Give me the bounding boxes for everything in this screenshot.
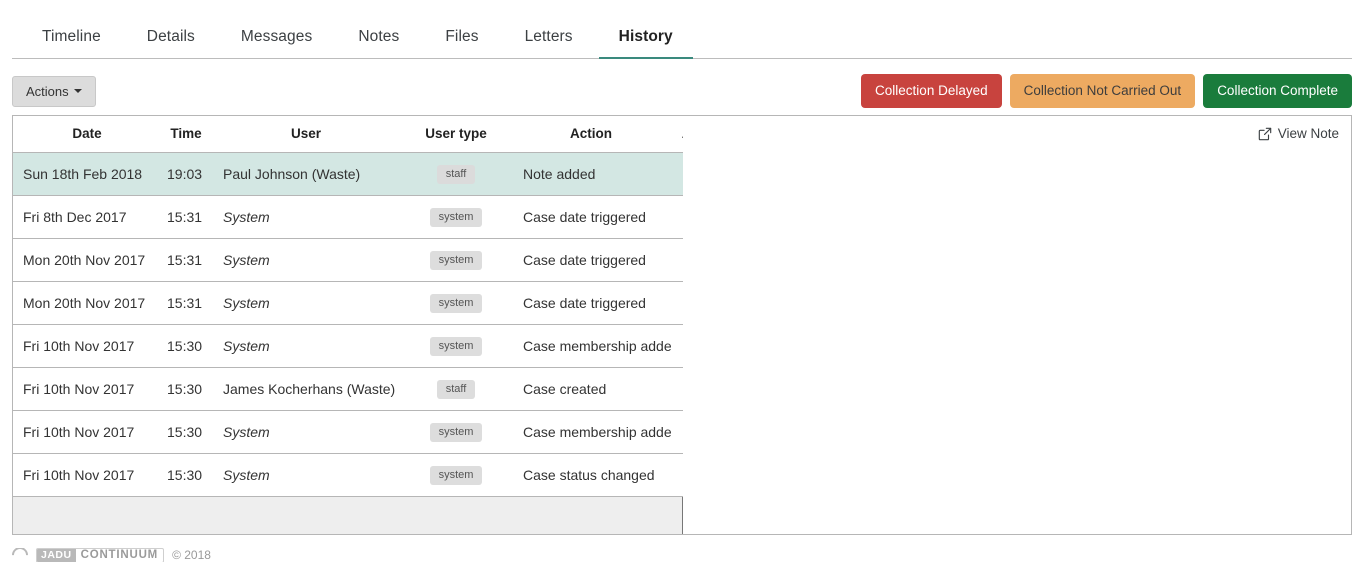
user-type-badge: system bbox=[429, 251, 483, 270]
cell-time: 15:30 bbox=[161, 410, 211, 454]
user-type-badge: system bbox=[429, 294, 483, 313]
history-table: Date Time User User type Action Alerts S… bbox=[13, 116, 731, 497]
cell-user-type: system bbox=[401, 453, 511, 497]
table-row[interactable]: Fri 10th Nov 2017 15:30 System system Ca… bbox=[13, 453, 731, 497]
cell-time: 19:03 bbox=[161, 152, 211, 196]
external-link-icon bbox=[1258, 127, 1272, 141]
cell-time: 15:31 bbox=[161, 195, 211, 239]
tab-bar: Timeline Details Messages Notes Files Le… bbox=[12, 0, 1352, 59]
toolbar: Actions Collection Delayed Collection No… bbox=[12, 59, 1352, 115]
note-detail-pane: View Note bbox=[683, 116, 1351, 534]
cell-time: 15:30 bbox=[161, 367, 211, 411]
table-header-row: Date Time User User type Action Alerts bbox=[13, 116, 731, 153]
cell-user-type: system bbox=[401, 281, 511, 325]
logo-jadu-text: JADU bbox=[37, 548, 76, 562]
cell-date: Fri 10th Nov 2017 bbox=[13, 410, 161, 454]
table-row[interactable]: Fri 10th Nov 2017 15:30 System system Ca… bbox=[13, 410, 731, 454]
tab-timeline[interactable]: Timeline bbox=[22, 28, 121, 59]
user-type-badge: system bbox=[429, 423, 483, 442]
user-type-badge: system bbox=[429, 466, 483, 485]
cell-action: Note added bbox=[511, 152, 671, 196]
cell-time: 15:30 bbox=[161, 324, 211, 368]
cell-user: System bbox=[211, 410, 401, 454]
cell-date: Sun 18th Feb 2018 bbox=[13, 152, 161, 196]
cell-user: System bbox=[211, 324, 401, 368]
cell-time: 15:31 bbox=[161, 238, 211, 282]
cell-time: 15:30 bbox=[161, 453, 211, 497]
column-header-user[interactable]: User bbox=[211, 116, 401, 153]
tab-details[interactable]: Details bbox=[127, 28, 215, 59]
user-type-badge: system bbox=[429, 208, 483, 227]
cell-action: Case date triggered bbox=[511, 195, 671, 239]
column-header-date[interactable]: Date bbox=[13, 116, 161, 153]
cell-user-type: system bbox=[401, 238, 511, 282]
collection-complete-button[interactable]: Collection Complete bbox=[1203, 74, 1352, 108]
tab-messages[interactable]: Messages bbox=[221, 28, 332, 59]
view-note-label: View Note bbox=[1277, 126, 1339, 141]
cell-user-type: system bbox=[401, 195, 511, 239]
history-panel: Date Time User User type Action Alerts S… bbox=[12, 115, 1352, 535]
tab-files[interactable]: Files bbox=[425, 28, 498, 59]
cell-date: Fri 10th Nov 2017 bbox=[13, 324, 161, 368]
chevron-down-icon bbox=[73, 89, 82, 94]
status-button-group: Collection Delayed Collection Not Carrie… bbox=[861, 74, 1352, 108]
cell-user: System bbox=[211, 195, 401, 239]
column-header-time[interactable]: Time bbox=[161, 116, 211, 153]
column-header-action[interactable]: Action bbox=[511, 116, 671, 153]
footer-copyright: © 2018 bbox=[172, 548, 211, 562]
history-table-pane: Date Time User User type Action Alerts S… bbox=[13, 116, 731, 534]
view-note-link[interactable]: View Note bbox=[1258, 126, 1339, 141]
table-row[interactable]: Mon 20th Nov 2017 15:31 System system Ca… bbox=[13, 281, 731, 325]
history-table-body: Sun 18th Feb 2018 19:03 Paul Johnson (Wa… bbox=[13, 152, 731, 497]
tab-notes[interactable]: Notes bbox=[338, 28, 419, 59]
logo-continuum-text: CONTINUUM bbox=[80, 548, 159, 561]
tab-letters[interactable]: Letters bbox=[505, 28, 593, 59]
cell-user-type: staff bbox=[401, 367, 511, 411]
tab-history[interactable]: History bbox=[598, 28, 693, 59]
cell-action: Case membership added bbox=[511, 324, 671, 368]
footer: JADU CONTINUUM © 2018 bbox=[0, 548, 1364, 562]
actions-dropdown-button[interactable]: Actions bbox=[12, 75, 96, 107]
table-row[interactable]: Fri 10th Nov 2017 15:30 James Kocherhans… bbox=[13, 367, 731, 411]
column-header-user-type[interactable]: User type bbox=[401, 116, 511, 153]
cell-action: Case date triggered bbox=[511, 238, 671, 282]
cell-date: Fri 8th Dec 2017 bbox=[13, 195, 161, 239]
cell-time: 15:31 bbox=[161, 281, 211, 325]
cell-user-type: system bbox=[401, 324, 511, 368]
user-type-badge: system bbox=[429, 337, 483, 356]
cell-date: Mon 20th Nov 2017 bbox=[13, 281, 161, 325]
cell-action: Case status changed bbox=[511, 453, 671, 497]
table-row[interactable]: Fri 8th Dec 2017 15:31 System system Cas… bbox=[13, 195, 731, 239]
table-row[interactable]: Sun 18th Feb 2018 19:03 Paul Johnson (Wa… bbox=[13, 152, 731, 196]
cell-user: James Kocherhans (Waste) bbox=[211, 367, 401, 411]
actions-dropdown-label: Actions bbox=[26, 83, 69, 99]
cell-date: Mon 20th Nov 2017 bbox=[13, 238, 161, 282]
cell-user-type: staff bbox=[401, 152, 511, 196]
cell-action: Case membership added bbox=[511, 410, 671, 454]
collection-not-carried-out-button[interactable]: Collection Not Carried Out bbox=[1009, 74, 1196, 108]
cell-user-type: system bbox=[401, 410, 511, 454]
cell-date: Fri 10th Nov 2017 bbox=[13, 453, 161, 497]
cell-user: Paul Johnson (Waste) bbox=[211, 152, 401, 196]
table-row[interactable]: Mon 20th Nov 2017 15:31 System system Ca… bbox=[13, 238, 731, 282]
cell-user: System bbox=[211, 281, 401, 325]
cell-user: System bbox=[211, 238, 401, 282]
table-row[interactable]: Fri 10th Nov 2017 15:30 System system Ca… bbox=[13, 324, 731, 368]
user-type-badge: staff bbox=[436, 165, 476, 184]
jadu-continuum-logo: JADU CONTINUUM bbox=[36, 548, 165, 562]
footer-swoosh-icon bbox=[8, 548, 32, 562]
cell-action: Case created bbox=[511, 367, 671, 411]
cell-user: System bbox=[211, 453, 401, 497]
collection-delayed-button[interactable]: Collection Delayed bbox=[861, 74, 1002, 108]
user-type-badge: staff bbox=[436, 380, 476, 399]
cell-action: Case date triggered bbox=[511, 281, 671, 325]
history-table-head: Date Time User User type Action Alerts bbox=[13, 116, 731, 153]
cell-date: Fri 10th Nov 2017 bbox=[13, 367, 161, 411]
